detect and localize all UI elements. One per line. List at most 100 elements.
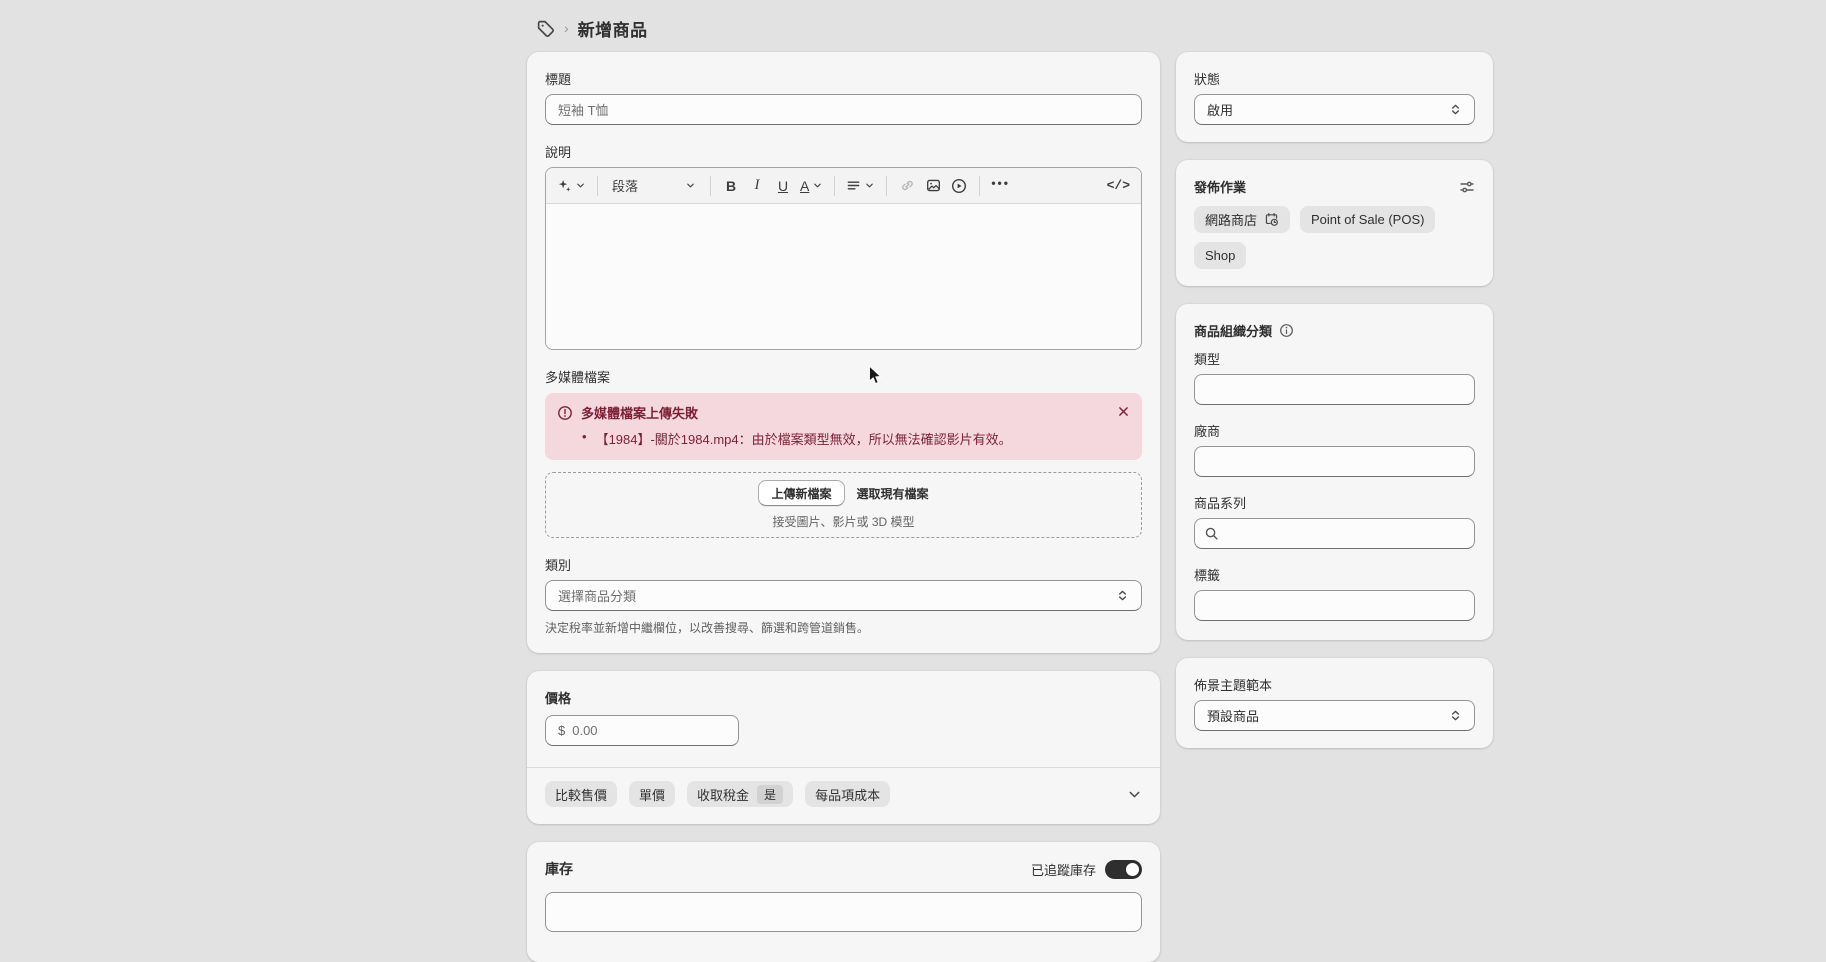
type-label: 類型: [1194, 349, 1475, 368]
status-select[interactable]: 啟用: [1194, 94, 1475, 125]
title-input[interactable]: 短袖 T恤: [545, 94, 1142, 125]
channel-label: 網路商店: [1205, 210, 1257, 229]
breadcrumb: › 新增商品: [536, 14, 648, 42]
channel-pos[interactable]: Point of Sale (POS): [1300, 206, 1435, 233]
inventory-tracked-toggle[interactable]: [1105, 860, 1142, 879]
pricing-options-row: 比較售價 單價 收取稅金 是 每品項成本: [545, 781, 1142, 807]
expand-pricing-button[interactable]: [1127, 787, 1142, 802]
breadcrumb-chevron-icon: ›: [564, 20, 569, 36]
image-icon: [926, 178, 941, 193]
chevron-down-icon: [812, 180, 823, 191]
media-label: 多媒體檔案: [545, 367, 1142, 386]
channel-shop[interactable]: Shop: [1194, 242, 1246, 269]
search-icon: [1204, 526, 1219, 541]
inventory-heading: 庫存: [545, 859, 573, 879]
paragraph-style-dropdown[interactable]: 段落: [606, 172, 702, 200]
chevron-down-icon: [864, 180, 875, 191]
status-value: 啟用: [1207, 100, 1233, 119]
organization-heading: 商品組織分類: [1194, 321, 1272, 340]
pricing-heading: 價格: [545, 688, 1142, 707]
calendar-clock-icon[interactable]: [1264, 212, 1279, 227]
caret-updown-icon: [1449, 103, 1462, 116]
inventory-card: 庫存 已追蹤庫存: [527, 842, 1160, 962]
main-column: 標題 短袖 T恤 說明: [527, 52, 1160, 962]
charge-tax-label: 收取稅金: [697, 785, 749, 804]
bold-button[interactable]: B: [719, 172, 743, 200]
theme-template-select[interactable]: 預設商品: [1194, 700, 1475, 731]
caret-updown-icon: [1449, 709, 1462, 722]
inventory-quantity-input[interactable]: [545, 892, 1142, 932]
charge-tax-value: 是: [757, 785, 783, 804]
italic-button[interactable]: I: [745, 172, 769, 200]
caret-updown-icon: [1116, 589, 1129, 602]
media-upload-error-banner: 多媒體檔案上傳失敗 • 【1984】-關於1984.mp4：由於檔案類型無效，所…: [545, 393, 1142, 460]
sales-channels: 網路商店 Point of Sale (POS) Shop: [1194, 206, 1475, 269]
align-icon: [846, 178, 861, 193]
price-placeholder: 0.00: [572, 723, 597, 738]
cost-per-item-chip[interactable]: 每品項成本: [805, 781, 890, 807]
rich-text-editor: 段落 B I U A: [545, 167, 1142, 350]
media-dropzone[interactable]: 上傳新檔案 選取現有檔案 接受圖片、影片或 3D 模型: [545, 472, 1142, 538]
page-title: 新增商品: [578, 16, 648, 41]
title-label: 標題: [545, 69, 1142, 88]
show-html-button[interactable]: </>: [1104, 172, 1133, 200]
tag-icon[interactable]: [536, 19, 555, 38]
charge-tax-chip[interactable]: 收取稅金 是: [687, 781, 793, 807]
toolbar-divider: [597, 176, 598, 196]
publishing-heading: 發佈作業: [1194, 177, 1246, 196]
divider: [527, 767, 1160, 768]
ai-magic-button[interactable]: [554, 172, 589, 200]
toolbar-divider: [710, 176, 711, 196]
text-color-dropdown[interactable]: A: [797, 172, 826, 200]
close-icon: [1117, 405, 1130, 418]
editor-toolbar: 段落 B I U A: [546, 168, 1141, 204]
tags-input[interactable]: [1194, 590, 1475, 621]
upload-new-file-button[interactable]: 上傳新檔案: [758, 480, 844, 506]
category-help-text: 決定稅率並新增中繼欄位，以改善搜尋、篩選和跨管道銷售。: [545, 619, 1142, 636]
info-icon[interactable]: [1279, 323, 1294, 338]
more-options-button[interactable]: •••: [988, 172, 1013, 200]
insert-video-button[interactable]: [947, 172, 971, 200]
sliders-icon[interactable]: [1459, 179, 1475, 195]
link-button[interactable]: [895, 172, 919, 200]
vendor-label: 廠商: [1194, 421, 1475, 440]
toolbar-divider: [979, 176, 980, 196]
status-label: 狀態: [1194, 69, 1475, 88]
underline-button[interactable]: U: [771, 172, 795, 200]
description-textarea[interactable]: [546, 204, 1141, 349]
dismiss-error-button[interactable]: [1114, 402, 1132, 420]
error-detail: 【1984】-關於1984.mp4：由於檔案類型無效，所以無法確認影片有效。: [596, 429, 1012, 448]
dropzone-hint: 接受圖片、影片或 3D 模型: [772, 513, 914, 530]
toolbar-divider: [834, 176, 835, 196]
channel-label: Point of Sale (POS): [1311, 212, 1424, 227]
unit-price-chip[interactable]: 單價: [629, 781, 675, 807]
mouse-cursor: [866, 366, 884, 386]
select-existing-file-button[interactable]: 選取現有檔案: [857, 485, 929, 502]
inventory-tracked-label: 已追蹤庫存: [1031, 860, 1096, 879]
text-color-label: A: [800, 178, 809, 194]
chevron-down-icon: [685, 180, 696, 191]
toggle-knob: [1126, 863, 1139, 876]
bullet: •: [582, 429, 587, 448]
sidebar: 狀態 啟用 發佈作業 網路商店: [1176, 52, 1493, 748]
compare-at-price-chip[interactable]: 比較售價: [545, 781, 617, 807]
theme-template-card: 佈景主題範本 預設商品: [1176, 658, 1493, 748]
theme-template-value: 預設商品: [1207, 706, 1259, 725]
publishing-card: 發佈作業 網路商店: [1176, 160, 1493, 286]
collections-search-input[interactable]: [1194, 518, 1475, 549]
type-input[interactable]: [1194, 374, 1475, 405]
toolbar-divider: [886, 176, 887, 196]
insert-image-button[interactable]: [921, 172, 945, 200]
title-placeholder: 短袖 T恤: [558, 100, 609, 119]
price-input[interactable]: $ 0.00: [545, 715, 739, 746]
category-select[interactable]: 選擇商品分類: [545, 580, 1142, 611]
link-icon: [900, 178, 915, 193]
vendor-input[interactable]: [1194, 446, 1475, 477]
tags-label: 標籤: [1194, 565, 1475, 584]
alignment-dropdown[interactable]: [843, 172, 878, 200]
theme-template-label: 佈景主題範本: [1194, 675, 1475, 694]
channel-label: Shop: [1205, 248, 1235, 263]
channel-online-store[interactable]: 網路商店: [1194, 206, 1290, 233]
collections-label: 商品系列: [1194, 493, 1475, 512]
product-details-card: 標題 短袖 T恤 說明: [527, 52, 1160, 653]
